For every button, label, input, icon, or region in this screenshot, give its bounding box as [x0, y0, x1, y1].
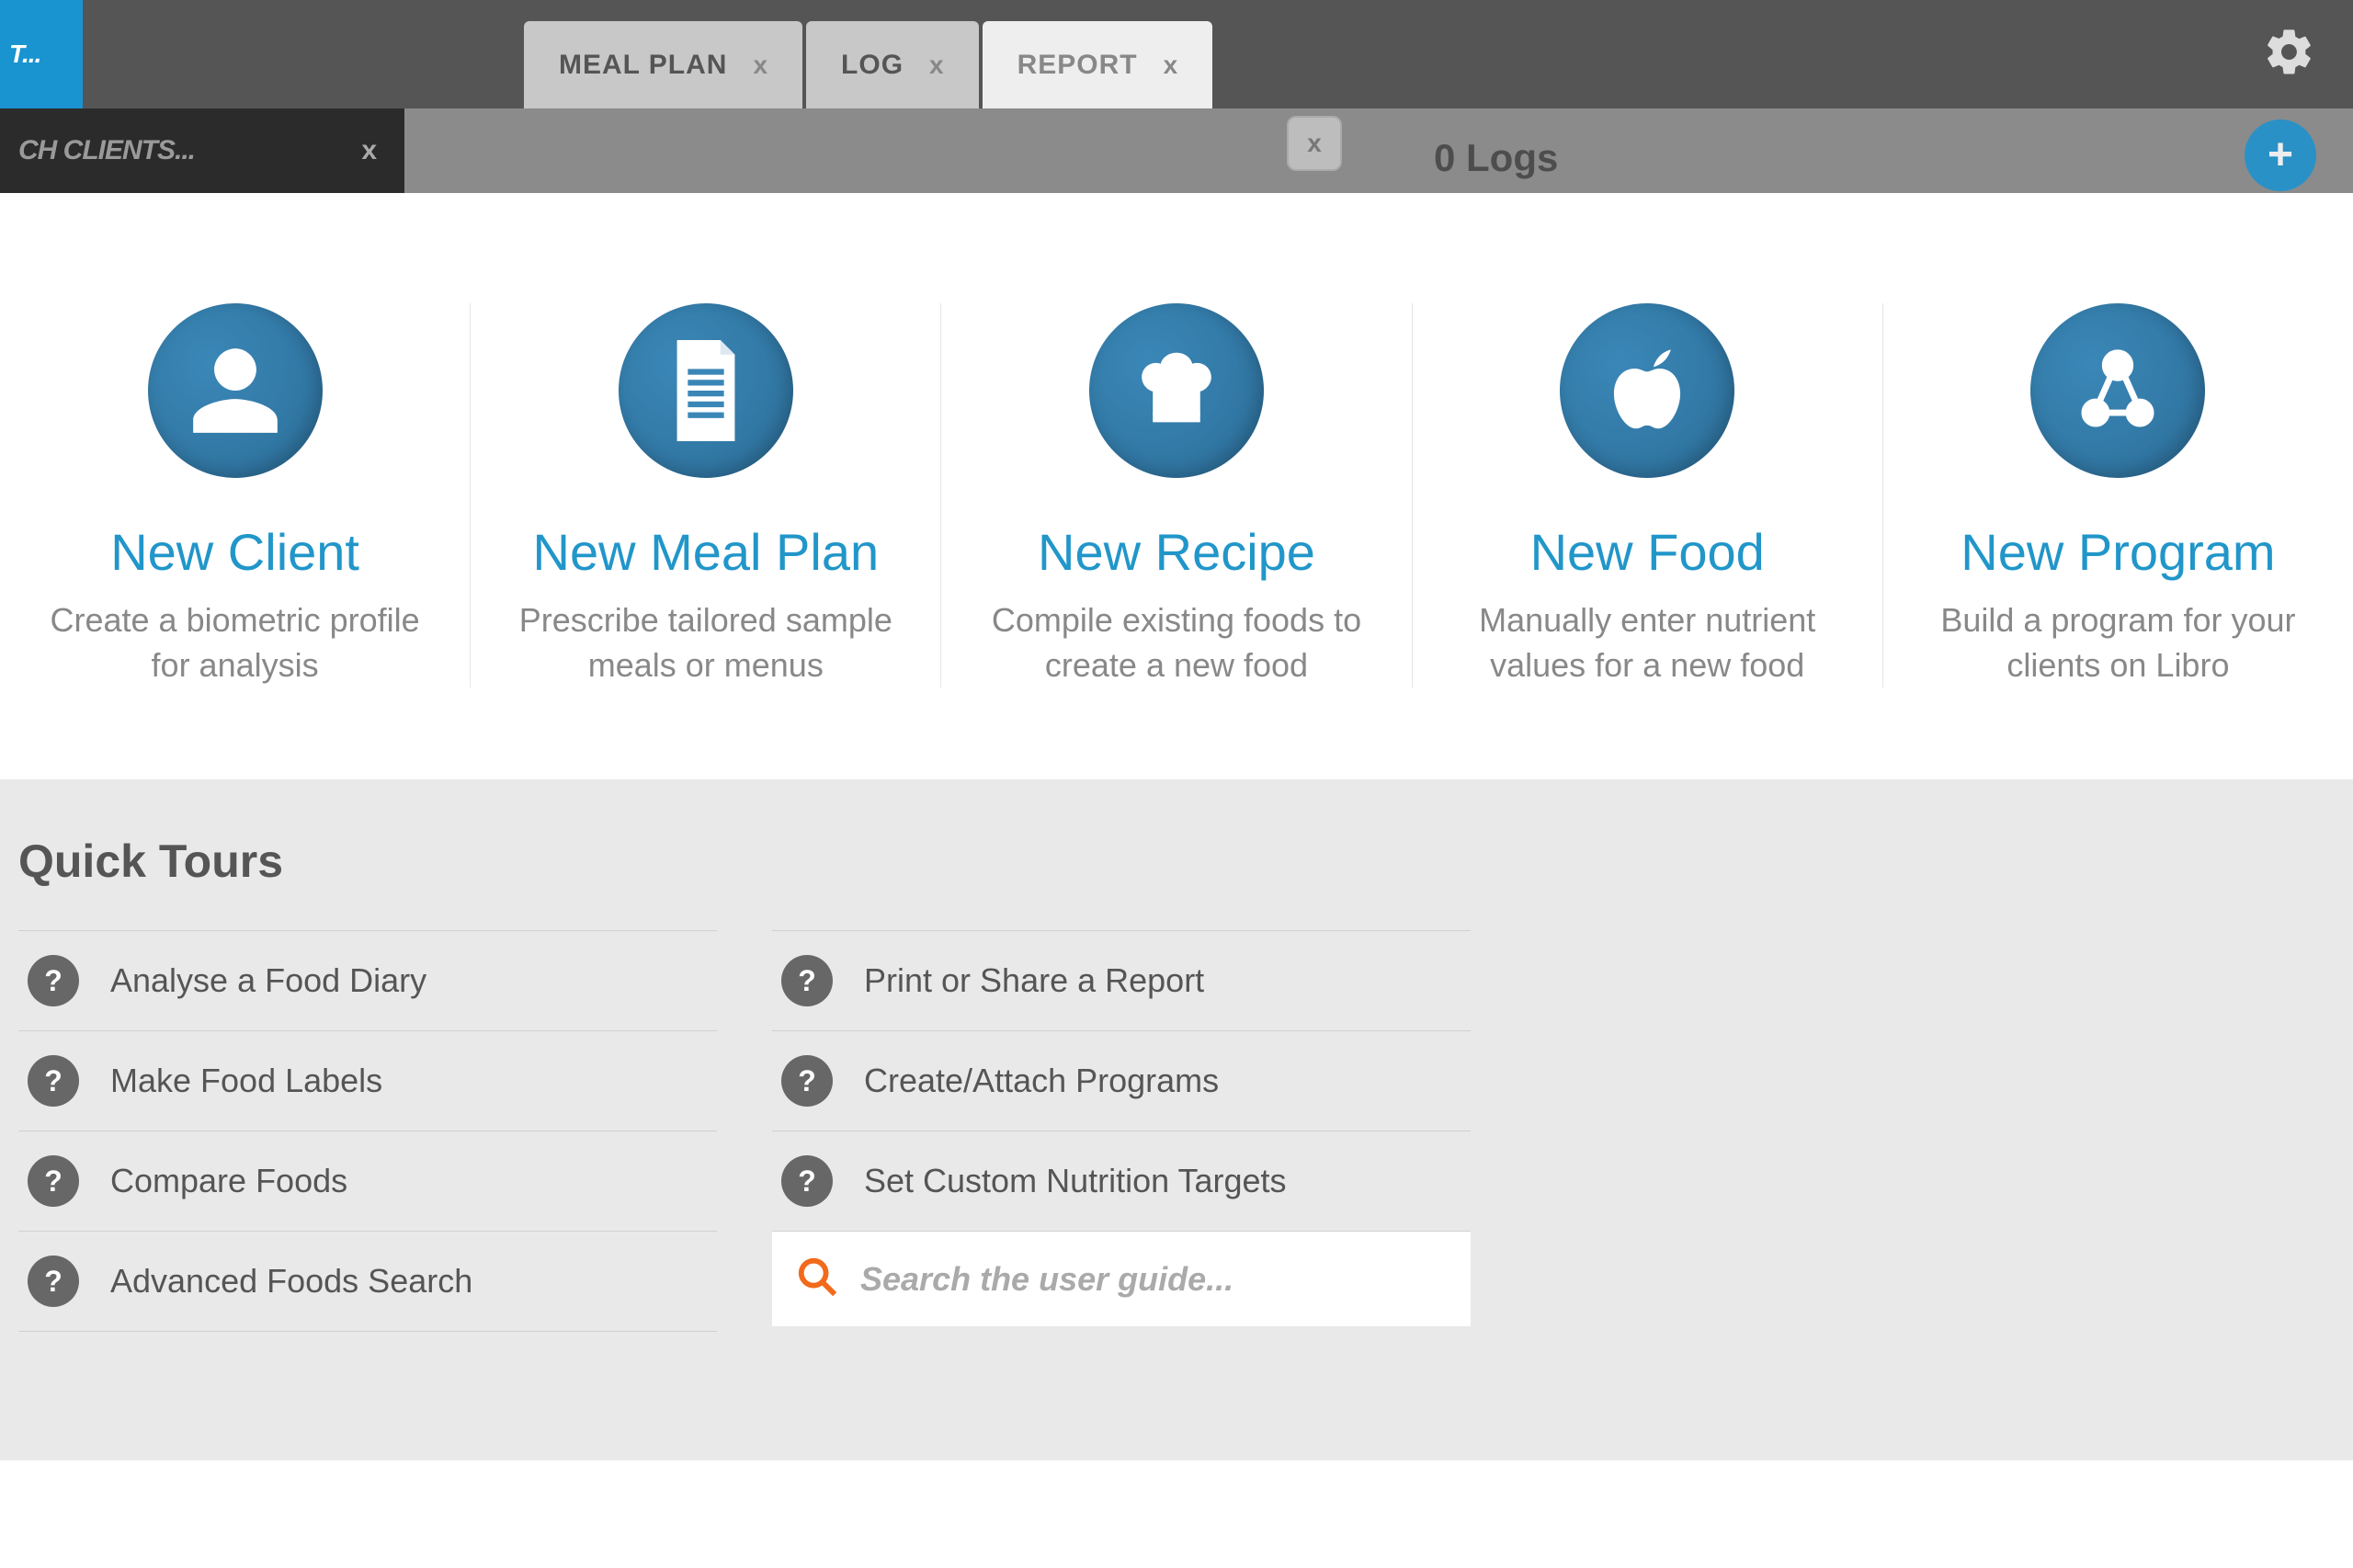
- tour-set-custom-nutrition-targets[interactable]: ? Set Custom Nutrition Targets: [772, 1131, 1471, 1231]
- tab-label: REPORT: [1017, 50, 1138, 81]
- question-icon: ?: [28, 1256, 79, 1307]
- gear-icon: [2263, 26, 2316, 79]
- tour-print-share-report[interactable]: ? Print or Share a Report: [772, 930, 1471, 1030]
- tab-meal-plan[interactable]: MEAL PLAN x: [524, 21, 802, 108]
- tour-compare-foods[interactable]: ? Compare Foods: [18, 1131, 717, 1231]
- tab-close-icon[interactable]: x: [929, 51, 944, 80]
- card-description: Create a biometric profile for analysis: [33, 598, 438, 687]
- card-new-program[interactable]: New Program Build a program for your cli…: [1883, 303, 2353, 687]
- add-button[interactable]: +: [2245, 119, 2316, 191]
- top-left-label: T...: [9, 40, 40, 69]
- search-clients-input[interactable]: CH CLIENTS... x: [0, 108, 404, 193]
- tour-advanced-foods-search[interactable]: ? Advanced Foods Search: [18, 1231, 717, 1332]
- tabs: MEAL PLAN x LOG x REPORT x: [524, 0, 1216, 108]
- settings-button[interactable]: [2263, 26, 2316, 84]
- tab-report[interactable]: REPORT x: [983, 21, 1213, 108]
- peek-close-button[interactable]: x: [1287, 116, 1342, 171]
- card-title: New Recipe: [969, 522, 1383, 582]
- quick-tours-heading: Quick Tours: [18, 835, 2335, 888]
- tour-label: Make Food Labels: [110, 1062, 382, 1100]
- card-title: New Food: [1440, 522, 1855, 582]
- card-title: New Program: [1911, 522, 2325, 582]
- card-description: Build a program for your clients on Libr…: [1915, 598, 2320, 687]
- card-description: Compile existing foods to create a new f…: [974, 598, 1379, 687]
- card-description: Manually enter nutrient values for a new…: [1445, 598, 1849, 687]
- question-icon: ?: [28, 1155, 79, 1207]
- network-icon: [2030, 303, 2205, 478]
- card-new-food[interactable]: New Food Manually enter nutrient values …: [1413, 303, 1883, 687]
- second-bar: CH CLIENTS... x x 0 Logs +: [0, 108, 2353, 193]
- tab-log[interactable]: LOG x: [806, 21, 979, 108]
- question-icon: ?: [28, 955, 79, 1006]
- action-cards-row: New Client Create a biometric profile fo…: [0, 193, 2353, 779]
- card-title: New Meal Plan: [498, 522, 913, 582]
- tab-close-icon[interactable]: x: [1164, 51, 1178, 80]
- tour-label: Print or Share a Report: [864, 961, 1204, 1000]
- tour-label: Set Custom Nutrition Targets: [864, 1162, 1287, 1200]
- tour-label: Compare Foods: [110, 1162, 347, 1200]
- chef-hat-icon: [1089, 303, 1264, 478]
- question-icon: ?: [28, 1055, 79, 1107]
- question-icon: ?: [781, 1055, 833, 1107]
- close-icon: x: [1307, 129, 1322, 158]
- tour-label: Analyse a Food Diary: [110, 961, 426, 1000]
- tab-close-icon[interactable]: x: [753, 51, 767, 80]
- tour-label: Advanced Foods Search: [110, 1262, 472, 1301]
- search-user-guide-input[interactable]: [860, 1260, 1452, 1299]
- question-icon: ?: [781, 1155, 833, 1207]
- tab-label: MEAL PLAN: [559, 50, 727, 81]
- clear-search-icon[interactable]: x: [361, 135, 377, 166]
- top-bar: T... MEAL PLAN x LOG x REPORT x: [0, 0, 2353, 108]
- logs-count-label: 0 Logs: [1434, 136, 1558, 180]
- search-user-guide[interactable]: [772, 1231, 1471, 1326]
- tour-analyse-food-diary[interactable]: ? Analyse a Food Diary: [18, 930, 717, 1030]
- card-description: Prescribe tailored sample meals or menus: [504, 598, 908, 687]
- card-new-client[interactable]: New Client Create a biometric profile fo…: [0, 303, 471, 687]
- quick-tours-section: Quick Tours ? Analyse a Food Diary ? Mak…: [0, 779, 2353, 1460]
- document-icon: [619, 303, 793, 478]
- tour-label: Create/Attach Programs: [864, 1062, 1219, 1100]
- card-title: New Client: [28, 522, 442, 582]
- search-icon: [796, 1256, 838, 1302]
- top-left-stub[interactable]: T...: [0, 0, 83, 108]
- search-clients-placeholder: CH CLIENTS...: [18, 135, 195, 166]
- tab-label: LOG: [841, 50, 904, 81]
- tour-create-attach-programs[interactable]: ? Create/Attach Programs: [772, 1030, 1471, 1131]
- apple-icon: [1560, 303, 1734, 478]
- tours-column-2: ? Print or Share a Report ? Create/Attac…: [772, 930, 1471, 1332]
- person-icon: [148, 303, 323, 478]
- tour-make-food-labels[interactable]: ? Make Food Labels: [18, 1030, 717, 1131]
- tours-column-1: ? Analyse a Food Diary ? Make Food Label…: [18, 930, 717, 1332]
- card-new-recipe[interactable]: New Recipe Compile existing foods to cre…: [941, 303, 1412, 687]
- plus-icon: +: [2268, 133, 2293, 177]
- card-new-meal-plan[interactable]: New Meal Plan Prescribe tailored sample …: [471, 303, 941, 687]
- question-icon: ?: [781, 955, 833, 1006]
